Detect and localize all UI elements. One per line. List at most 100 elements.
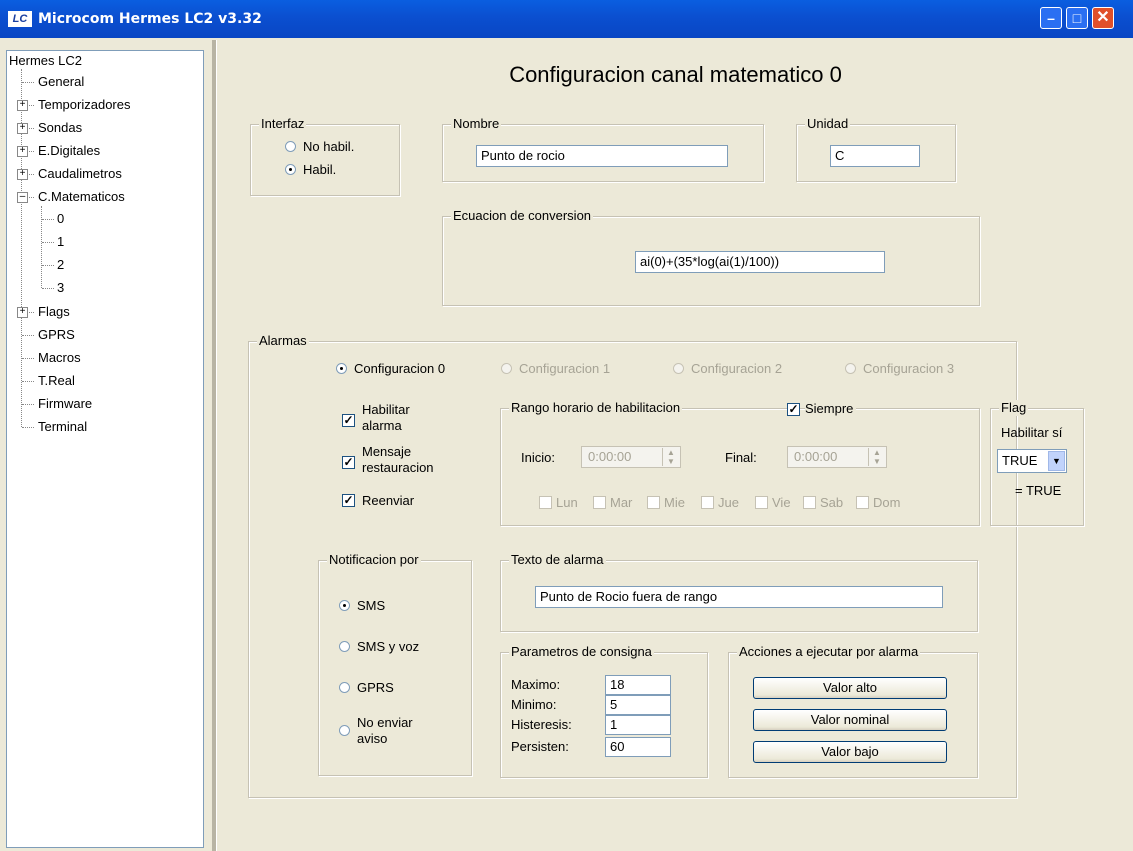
unidad-group: Unidad C — [796, 116, 956, 182]
day-label-mie: Mie — [664, 495, 685, 510]
expand-icon[interactable]: + — [17, 169, 28, 180]
persisten-input[interactable]: 60 — [605, 737, 671, 757]
close-button[interactable]: ✕ — [1092, 7, 1114, 29]
day-checkbox-vie[interactable] — [755, 496, 768, 509]
config-0-radio[interactable] — [336, 363, 347, 374]
config-1-radio[interactable] — [501, 363, 512, 374]
valor-bajo-button[interactable]: Valor bajo — [753, 741, 947, 763]
siempre-checkbox[interactable]: ✓ — [787, 403, 800, 416]
minimo-input[interactable]: 5 — [605, 695, 671, 715]
texto-alarma-group: Texto de alarma Punto de Rocio fuera de … — [500, 552, 978, 632]
notif-sms-radio[interactable] — [339, 600, 350, 611]
maximize-button[interactable]: □ — [1066, 7, 1088, 29]
window-title: Microcom Hermes LC2 v3.32 — [38, 11, 262, 27]
radio-no-habil[interactable] — [285, 141, 296, 152]
tree-item-channel-3[interactable]: 3 — [57, 280, 64, 296]
tree-item-macros[interactable]: Macros — [38, 350, 81, 366]
tree-item-terminal[interactable]: Terminal — [38, 419, 87, 435]
day-checkbox-dom[interactable] — [856, 496, 869, 509]
title-bar[interactable]: LC Microcom Hermes LC2 v3.32 – □ ✕ — [0, 0, 1133, 38]
consigna-label: Parametros de consigna — [509, 644, 654, 660]
tree-item-t-real[interactable]: T.Real — [38, 373, 75, 389]
config-3-label: Configuracion 3 — [863, 361, 955, 376]
radio-habil-label: Habil. — [303, 162, 337, 177]
interfaz-label: Interfaz — [259, 116, 307, 132]
mensaje-restauracion-label-1: Mensaje — [362, 444, 412, 459]
radio-habil[interactable] — [285, 164, 296, 175]
expand-icon[interactable]: + — [17, 123, 28, 134]
siempre-label: Siempre — [805, 401, 857, 416]
expand-icon[interactable]: + — [17, 307, 28, 318]
day-checkbox-sab[interactable] — [803, 496, 816, 509]
day-checkbox-lun[interactable] — [539, 496, 552, 509]
tree-root[interactable]: Hermes LC2 — [9, 53, 82, 69]
day-label-sab: Sab — [820, 495, 844, 510]
habilitar-alarma-checkbox[interactable]: ✓ — [342, 414, 355, 427]
ecuacion-group: Ecuacion de conversion ai(0)+(35*log(ai(… — [442, 208, 980, 306]
final-time-spinner[interactable]: 0:00:00 ▲ ▼ — [787, 446, 887, 468]
day-label-vie: Vie — [772, 495, 791, 510]
expand-icon[interactable]: + — [17, 146, 28, 157]
radio-no-habil-label: No habil. — [303, 139, 355, 154]
rango-horario-label: Rango horario de habilitacion — [509, 400, 683, 416]
chevron-down-icon[interactable]: ▼ — [1048, 451, 1065, 471]
day-checkbox-mie[interactable] — [647, 496, 660, 509]
notif-sms-voz-radio[interactable] — [339, 641, 350, 652]
config-2-label: Configuracion 2 — [691, 361, 783, 376]
tree-item-channel-2[interactable]: 2 — [57, 257, 64, 273]
texto-alarma-label: Texto de alarma — [509, 552, 606, 568]
minimo-label: Minimo: — [511, 697, 557, 712]
flag-select[interactable]: TRUE ▼ — [997, 449, 1067, 473]
inicio-label: Inicio: — [521, 450, 555, 465]
maximo-input[interactable]: 18 — [605, 675, 671, 695]
tree-item-temporizadores[interactable]: Temporizadores — [38, 97, 131, 113]
expand-icon[interactable]: + — [17, 100, 28, 111]
valor-nominal-button[interactable]: Valor nominal — [753, 709, 947, 731]
main-panel: Configuracion canal matematico 0 Interfa… — [218, 38, 1133, 851]
alarmas-group: Alarmas Configuracion 0 Configuracion 1 … — [248, 333, 1084, 798]
valor-alto-button[interactable]: Valor alto — [753, 677, 947, 699]
notif-no-enviar-radio[interactable] — [339, 725, 350, 736]
tree-item-firmware[interactable]: Firmware — [38, 396, 92, 412]
tree-item-channel-0[interactable]: 0 — [57, 211, 64, 227]
histeresis-input[interactable]: 1 — [605, 715, 671, 735]
tree-item-caudalimetros[interactable]: Caudalimetros — [38, 166, 122, 182]
day-checkbox-mar[interactable] — [593, 496, 606, 509]
notif-gprs-radio[interactable] — [339, 682, 350, 693]
mensaje-restauracion-checkbox[interactable]: ✓ — [342, 456, 355, 469]
notif-sms-voz-label: SMS y voz — [357, 639, 420, 654]
acciones-label: Acciones a ejecutar por alarma — [737, 644, 921, 660]
tree-item-general[interactable]: General — [38, 74, 84, 90]
page-title: Configuracion canal matematico 0 — [509, 62, 842, 87]
tree-item-e-digitales[interactable]: E.Digitales — [38, 143, 100, 159]
tree-item-channel-1[interactable]: 1 — [57, 234, 64, 250]
tree-item-flags[interactable]: Flags — [38, 304, 70, 320]
spinner-arrows-icon[interactable]: ▲ ▼ — [662, 448, 679, 466]
unidad-input[interactable]: C — [830, 145, 920, 167]
tree-item-c-matematicos[interactable]: C.Matematicos — [38, 189, 125, 205]
day-checkbox-jue[interactable] — [701, 496, 714, 509]
config-2-radio[interactable] — [673, 363, 684, 374]
final-label: Final: — [725, 450, 757, 465]
day-label-dom: Dom — [873, 495, 901, 510]
texto-alarma-input[interactable]: Punto de Rocio fuera de rango — [535, 586, 943, 608]
spinner-arrows-icon[interactable]: ▲ ▼ — [868, 448, 885, 466]
tree-item-gprs[interactable]: GPRS — [38, 327, 75, 343]
mensaje-restauracion-label-2: restauracion — [362, 460, 434, 475]
nombre-label: Nombre — [451, 116, 502, 132]
config-3-radio[interactable] — [845, 363, 856, 374]
nombre-input[interactable]: Punto de rocio — [476, 145, 728, 167]
reenviar-checkbox[interactable]: ✓ — [342, 494, 355, 507]
collapse-icon[interactable]: – — [17, 192, 28, 203]
ecuacion-input[interactable]: ai(0)+(35*log(ai(1)/100)) — [635, 251, 885, 273]
minimize-button[interactable]: – — [1040, 7, 1062, 29]
day-label-jue: Jue — [718, 495, 739, 510]
interfaz-group: Interfaz No habil. Habil. — [250, 116, 400, 196]
config-0-label: Configuracion 0 — [354, 361, 446, 376]
tree-item-sondas[interactable]: Sondas — [38, 120, 82, 136]
maximo-label: Maximo: — [511, 677, 561, 692]
inicio-time-spinner[interactable]: 0:00:00 ▲ ▼ — [581, 446, 681, 468]
navigation-tree[interactable]: Hermes LC2 General + Temporizadores + So… — [6, 50, 204, 848]
notif-no-enviar-label-2: aviso — [357, 731, 388, 746]
splitter[interactable] — [212, 40, 217, 851]
